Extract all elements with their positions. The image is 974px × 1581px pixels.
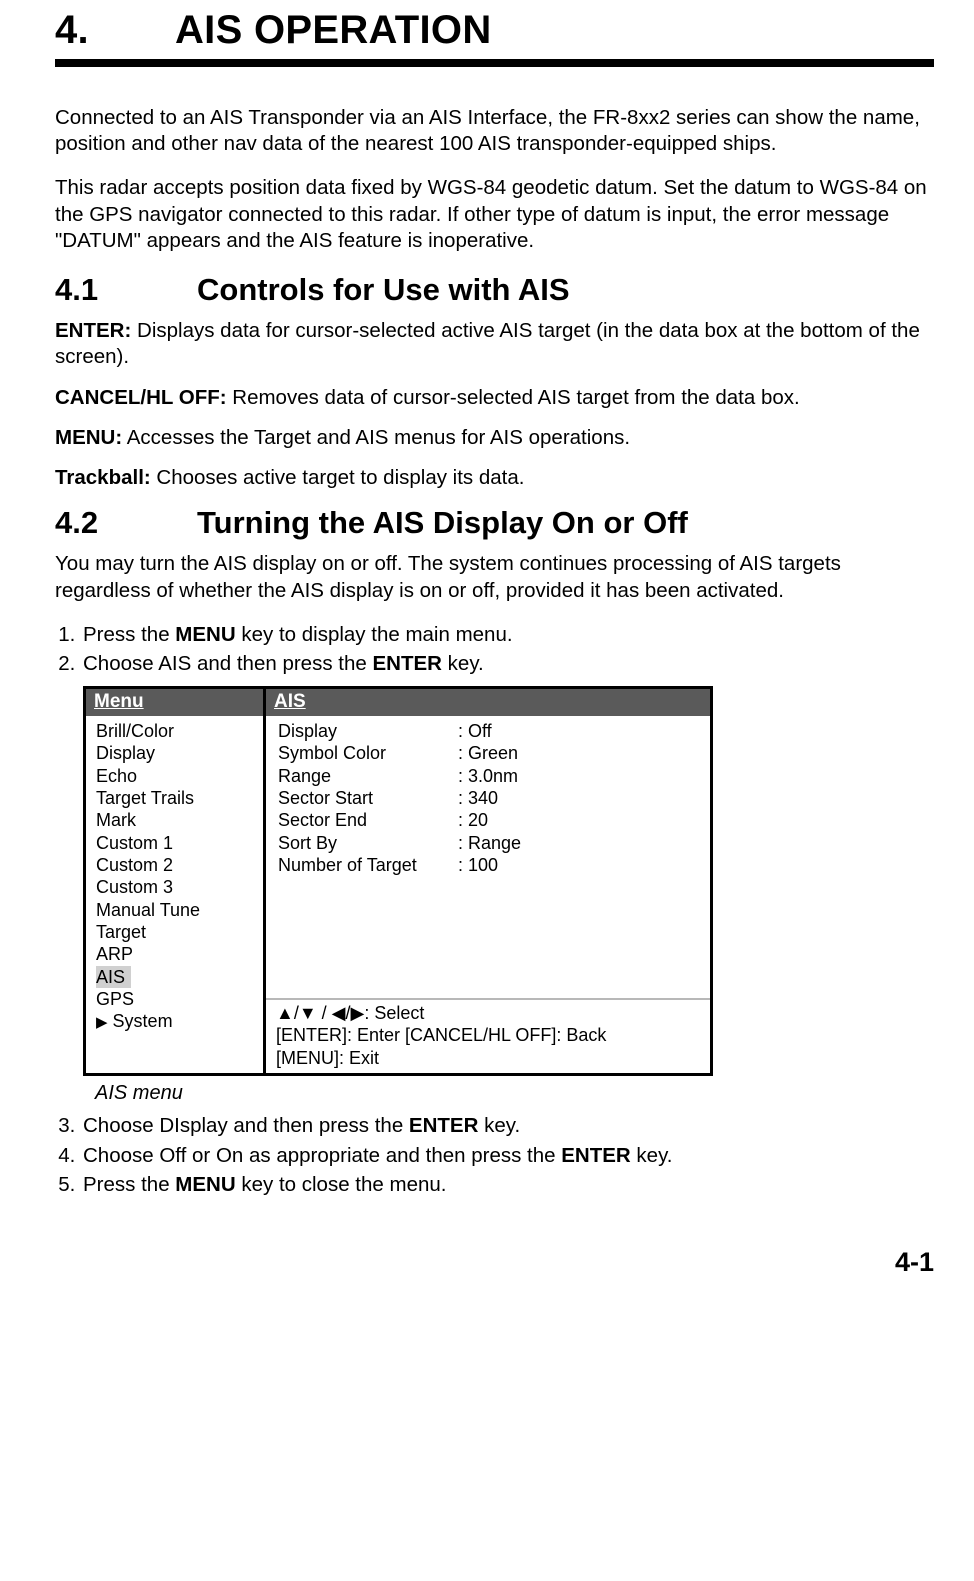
menu-right-body: Display: Off Symbol Color: Green Range: … bbox=[266, 716, 710, 998]
step-4: Choose Off or On as appropriate and then… bbox=[81, 1143, 934, 1170]
steps-list-top: Press the MENU key to display the main m… bbox=[55, 622, 934, 678]
menu-item-display: Display bbox=[96, 742, 253, 764]
control-trackball-desc: Chooses active target to display its dat… bbox=[151, 466, 525, 489]
intro-paragraph-2: This radar accepts position data fixed b… bbox=[55, 175, 934, 254]
control-cancel-desc: Removes data of cursor-selected AIS targ… bbox=[227, 386, 800, 409]
chapter-name: AIS OPERATION bbox=[175, 8, 492, 52]
section-4-2-intro: You may turn the AIS display on or off. … bbox=[55, 551, 934, 603]
menu-left-panel: Menu Brill/Color Display Echo Target Tra… bbox=[86, 689, 266, 1073]
footer-line-1: ▲/▼ / ◀/▶: Select bbox=[276, 1002, 700, 1024]
control-menu: MENU: Accesses the Target and AIS menus … bbox=[55, 425, 934, 451]
step-2: Choose AIS and then press the ENTER key. bbox=[81, 651, 934, 678]
menu-item-target-trails: Target Trails bbox=[96, 787, 253, 809]
menu-item-mark: Mark bbox=[96, 809, 253, 831]
chevron-right-icon: ▶ bbox=[96, 1014, 108, 1031]
section-heading-4-2: 4.2Turning the AIS Display On or Off bbox=[55, 505, 934, 541]
menu-item-custom-3: Custom 3 bbox=[96, 876, 253, 898]
control-enter-label: ENTER: bbox=[55, 319, 131, 342]
menu-item-target: Target bbox=[96, 921, 253, 943]
section-title: Controls for Use with AIS bbox=[197, 272, 570, 307]
ais-row-sector-end: Sector End: 20 bbox=[278, 809, 698, 831]
menu-right-panel: AIS Display: Off Symbol Color: Green Ran… bbox=[266, 689, 710, 1073]
control-trackball-label: Trackball: bbox=[55, 466, 151, 489]
section-number: 4.1 bbox=[55, 272, 197, 308]
ais-menu-figure: Menu Brill/Color Display Echo Target Tra… bbox=[83, 686, 713, 1076]
menu-item-custom-1: Custom 1 bbox=[96, 832, 253, 854]
ais-row-range: Range: 3.0nm bbox=[278, 765, 698, 787]
ais-row-display: Display: Off bbox=[278, 720, 698, 742]
menu-footer: ▲/▼ / ◀/▶: Select [ENTER]: Enter [CANCEL… bbox=[266, 998, 710, 1073]
footer-line-3: [MENU]: Exit bbox=[276, 1047, 700, 1069]
control-menu-desc: Accesses the Target and AIS menus for AI… bbox=[122, 426, 630, 449]
footer-line-2: [ENTER]: Enter [CANCEL/HL OFF]: Back bbox=[276, 1024, 700, 1046]
ais-row-sector-start: Sector Start: 340 bbox=[278, 787, 698, 809]
section-title: Turning the AIS Display On or Off bbox=[197, 505, 688, 540]
menu-item-arp: ARP bbox=[96, 943, 253, 965]
menu-left-body: Brill/Color Display Echo Target Trails M… bbox=[86, 716, 263, 1073]
page-number: 4-1 bbox=[55, 1247, 934, 1278]
control-enter-desc: Displays data for cursor-selected active… bbox=[55, 319, 920, 368]
control-enter: ENTER: Displays data for cursor-selected… bbox=[55, 318, 934, 370]
section-number: 4.2 bbox=[55, 505, 197, 541]
step-3: Choose DIsplay and then press the ENTER … bbox=[81, 1113, 934, 1140]
menu-item-ais-selected: AIS bbox=[96, 966, 253, 988]
menu-item-custom-2: Custom 2 bbox=[96, 854, 253, 876]
step-1: Press the MENU key to display the main m… bbox=[81, 622, 934, 649]
menu-left-header: Menu bbox=[86, 689, 263, 716]
menu-right-header: AIS bbox=[266, 689, 710, 716]
menu-screenshot: Menu Brill/Color Display Echo Target Tra… bbox=[83, 686, 713, 1076]
ais-row-sort-by: Sort By: Range bbox=[278, 832, 698, 854]
step-5: Press the MENU key to close the menu. bbox=[81, 1172, 934, 1199]
figure-caption: AIS menu bbox=[95, 1082, 934, 1105]
menu-item-echo: Echo bbox=[96, 765, 253, 787]
menu-item-manual-tune: Manual Tune bbox=[96, 899, 253, 921]
chapter-title: 4.AIS OPERATION bbox=[55, 8, 934, 53]
control-cancel-label: CANCEL/HL OFF: bbox=[55, 386, 227, 409]
menu-item-system: ▶ System bbox=[96, 1010, 253, 1033]
menu-item-gps: GPS bbox=[96, 988, 253, 1010]
section-heading-4-1: 4.1Controls for Use with AIS bbox=[55, 272, 934, 308]
ais-row-symbol-color: Symbol Color: Green bbox=[278, 742, 698, 764]
intro-paragraph-1: Connected to an AIS Transponder via an A… bbox=[55, 105, 934, 157]
title-rule bbox=[55, 59, 934, 67]
ais-row-number-of-target: Number of Target: 100 bbox=[278, 854, 698, 876]
steps-list-bottom: Choose DIsplay and then press the ENTER … bbox=[55, 1113, 934, 1199]
control-menu-label: MENU: bbox=[55, 426, 122, 449]
chapter-number: 4. bbox=[55, 8, 175, 53]
control-cancel: CANCEL/HL OFF: Removes data of cursor-se… bbox=[55, 385, 934, 411]
menu-item-brill-color: Brill/Color bbox=[96, 720, 253, 742]
control-trackball: Trackball: Chooses active target to disp… bbox=[55, 465, 934, 491]
